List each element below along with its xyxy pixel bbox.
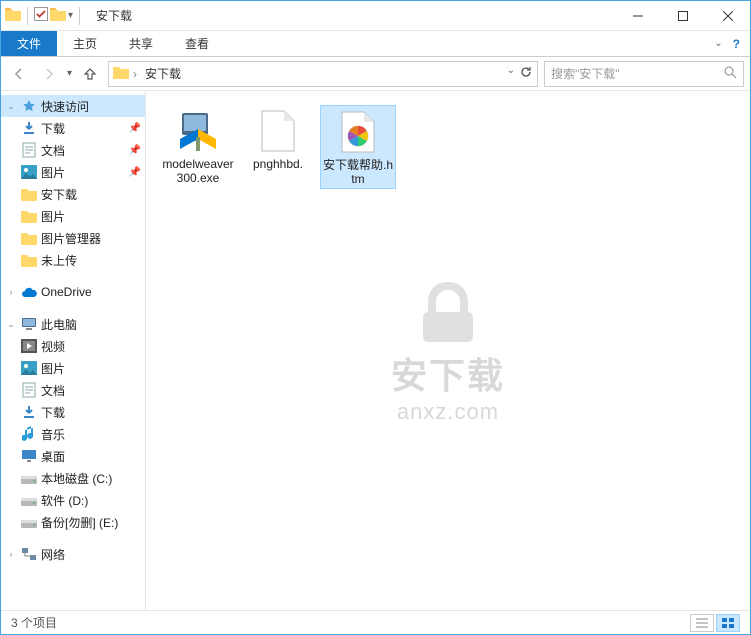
file-item[interactable]: modelweaver300.exe [160, 105, 236, 189]
sidebar[interactable]: ⌄ 快速访问 下载📌文档📌图片📌安下载图片图片管理器未上传 › OneDrive… [1, 91, 146, 610]
download-icon [21, 404, 37, 420]
sidebar-item[interactable]: 图片 [1, 205, 145, 227]
close-button[interactable] [705, 1, 750, 31]
folder-icon [21, 208, 37, 224]
tab-file[interactable]: 文件 [1, 31, 57, 56]
sidebar-item[interactable]: 视频 [1, 335, 145, 357]
up-button[interactable] [78, 62, 102, 86]
navbar: ▾ › 安下载 ⌄ [1, 57, 750, 91]
sidebar-item[interactable]: 桌面 [1, 445, 145, 467]
history-dropdown-icon[interactable]: ▾ [67, 68, 72, 79]
drive-icon [21, 470, 37, 486]
download-icon [21, 120, 37, 136]
tab-share[interactable]: 共享 [113, 31, 169, 56]
pin-icon: 📌 [129, 167, 141, 178]
file-item[interactable]: 安下载帮助.htm [320, 105, 396, 189]
refresh-icon[interactable] [519, 65, 533, 82]
sidebar-this-pc[interactable]: ⌄ 此电脑 [1, 313, 145, 335]
ribbon-controls: ⌄ ? [704, 31, 750, 56]
sidebar-item[interactable]: 图片管理器 [1, 227, 145, 249]
computer-icon [21, 316, 37, 332]
details-view-button[interactable] [690, 614, 714, 632]
content-area[interactable]: 安下载 anxz.com modelweaver300.exe pnghhbd. 安… [146, 91, 750, 610]
pin-icon: 📌 [129, 145, 141, 156]
folder-icon[interactable] [50, 7, 66, 24]
forward-button[interactable] [37, 62, 61, 86]
sidebar-item[interactable]: 本地磁盘 (C:) [1, 467, 145, 489]
expand-ribbon-icon[interactable]: ⌄ [714, 38, 722, 49]
search-icon[interactable] [723, 65, 737, 82]
sidebar-item[interactable]: 图片 [1, 357, 145, 379]
sidebar-item[interactable]: 下载 [1, 401, 145, 423]
music-icon [21, 426, 37, 442]
file-icon [334, 108, 382, 156]
folder-icon [21, 230, 37, 246]
window-controls [615, 1, 750, 31]
desktop-icon [21, 448, 37, 464]
address-dropdown-icon[interactable]: ⌄ [507, 65, 515, 82]
folder-icon [21, 186, 37, 202]
minimize-button[interactable] [615, 1, 660, 31]
sidebar-item[interactable]: 备份[勿删] (E:) [1, 511, 145, 533]
icons-view-button[interactable] [716, 614, 740, 632]
folder-icon [5, 7, 21, 24]
qat-dropdown-icon[interactable]: ▾ [68, 10, 73, 21]
file-label: 安下载帮助.htm [323, 158, 393, 186]
folder-icon [21, 252, 37, 268]
file-icon [174, 107, 222, 155]
search-input[interactable] [551, 67, 723, 81]
document-icon [21, 142, 37, 158]
sidebar-item[interactable]: 文档 [1, 379, 145, 401]
drive-icon [21, 514, 37, 530]
videos-icon [21, 338, 37, 354]
document-icon [21, 382, 37, 398]
pictures-icon [21, 360, 37, 376]
file-label: pnghhbd. [253, 157, 303, 171]
drive-icon [21, 492, 37, 508]
sidebar-item[interactable]: 图片📌 [1, 161, 145, 183]
sidebar-onedrive[interactable]: › OneDrive [1, 281, 145, 303]
watermark: 安下载 anxz.com [391, 277, 505, 425]
titlebar: ▾ 安下载 [1, 1, 750, 31]
search-box[interactable] [544, 61, 744, 87]
separator [27, 7, 28, 25]
help-icon[interactable]: ? [733, 37, 740, 51]
folder-icon [113, 65, 129, 82]
address-bar[interactable]: › 安下载 ⌄ [108, 61, 538, 87]
breadcrumb[interactable]: 安下载 [141, 65, 185, 82]
tab-home[interactable]: 主页 [57, 31, 113, 56]
statusbar: 3 个项目 [1, 610, 750, 634]
window-title: 安下载 [96, 7, 132, 24]
sidebar-quick-access[interactable]: ⌄ 快速访问 [1, 95, 145, 117]
sidebar-item[interactable]: 下载📌 [1, 117, 145, 139]
pictures-icon [21, 164, 37, 180]
sidebar-item[interactable]: 安下载 [1, 183, 145, 205]
maximize-button[interactable] [660, 1, 705, 31]
sidebar-network[interactable]: › 网络 [1, 543, 145, 565]
file-item[interactable]: pnghhbd. [240, 105, 316, 189]
sidebar-item[interactable]: 文档📌 [1, 139, 145, 161]
pin-icon: 📌 [129, 123, 141, 134]
checkbox-icon[interactable] [34, 7, 48, 24]
file-icon [254, 107, 302, 155]
onedrive-icon [21, 284, 37, 300]
separator [79, 7, 80, 25]
tab-view[interactable]: 查看 [169, 31, 225, 56]
back-button[interactable] [7, 62, 31, 86]
status-text: 3 个项目 [11, 614, 57, 631]
file-label: modelweaver300.exe [162, 157, 234, 185]
network-icon [21, 546, 37, 562]
sidebar-item[interactable]: 音乐 [1, 423, 145, 445]
view-switcher [690, 614, 740, 632]
quick-access-toolbar: ▾ [1, 7, 88, 25]
ribbon: 文件 主页 共享 查看 ⌄ ? [1, 31, 750, 57]
star-icon [21, 98, 37, 114]
sidebar-item[interactable]: 未上传 [1, 249, 145, 271]
body: ⌄ 快速访问 下载📌文档📌图片📌安下载图片图片管理器未上传 › OneDrive… [1, 91, 750, 610]
sidebar-item[interactable]: 软件 (D:) [1, 489, 145, 511]
